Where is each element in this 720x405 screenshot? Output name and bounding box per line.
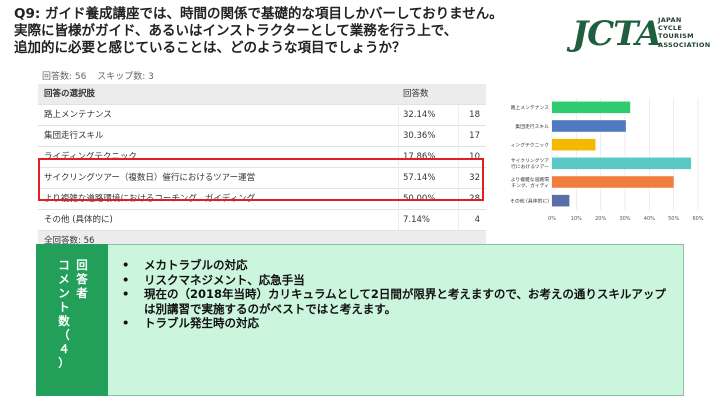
x-tick-label: 60% bbox=[692, 216, 703, 222]
table-row: 路上メンテナンス 32.14% 18 bbox=[38, 105, 486, 126]
bar bbox=[552, 194, 570, 207]
bar bbox=[552, 101, 631, 114]
bar bbox=[552, 120, 626, 132]
category-label: 行におけるツアー bbox=[511, 163, 549, 170]
row-label: その他 (具体的に) bbox=[44, 215, 113, 225]
x-tick-label: 20% bbox=[595, 216, 606, 222]
comment-item: メカトラブルの対応 bbox=[120, 258, 670, 273]
comment-item: リスクマネジメント、応急手当 bbox=[120, 273, 670, 288]
row-count: 4 bbox=[458, 210, 480, 231]
category-label: サイクリングツア bbox=[511, 157, 549, 164]
table-row: 集団走行スキル 30.36% 17 bbox=[38, 126, 486, 147]
x-tick-label: 40% bbox=[644, 216, 655, 222]
title-line-2: 実際に皆様がガイド、あるいはインストラクターとして業務を行う上で、 bbox=[14, 23, 458, 39]
category-label: より複雑な道路環 bbox=[511, 176, 549, 183]
logo-line-2: CYCLE bbox=[658, 24, 683, 33]
table-header: 回答の選択肢 回答数 bbox=[38, 84, 486, 105]
category-label: ィングテクニック bbox=[511, 141, 550, 148]
bar bbox=[552, 138, 596, 151]
question-title: Q9: ガイド養成講座では、時間の関係で基礎的な項目しかバーしておりません。 実… bbox=[14, 6, 574, 57]
bar bbox=[552, 176, 674, 188]
x-tick-label: 0% bbox=[548, 216, 556, 222]
header-choices: 回答の選択肢 bbox=[44, 89, 96, 99]
row-label: 集団走行スキル bbox=[44, 131, 104, 141]
comment-label: 回答者 コメント数（４） bbox=[36, 244, 108, 396]
header-responses: 回答数 bbox=[398, 84, 458, 105]
response-stats: 回答数: 56 スキップ数: 3 bbox=[42, 69, 162, 82]
category-label: 集団走行スキル bbox=[515, 123, 549, 130]
bar bbox=[552, 157, 692, 170]
table-row: その他 (具体的に) 7.14% 4 bbox=[38, 210, 486, 231]
comment-item: トラブル発生時の対応 bbox=[120, 316, 670, 331]
category-label: その他 (具体的に) bbox=[510, 197, 549, 204]
row-percent: 7.14% bbox=[398, 210, 458, 231]
response-count: 回答数: 56 bbox=[42, 72, 87, 82]
logo-line-3: TOURISM bbox=[658, 32, 694, 41]
title-line-1: Q9: ガイド養成講座では、時間の関係で基礎的な項目しかバーしておりません。 bbox=[14, 6, 503, 22]
comment-list: メカトラブルの対応 リスクマネジメント、応急手当 現在の（2018年当時）カリキ… bbox=[120, 258, 670, 331]
x-tick-label: 10% bbox=[571, 216, 582, 222]
row-label: 路上メンテナンス bbox=[44, 110, 112, 120]
x-tick-label: 30% bbox=[619, 216, 630, 222]
skip-count: スキップ数: 3 bbox=[97, 72, 154, 82]
logo-line-4: ASSOCIATION bbox=[658, 40, 711, 49]
header-count bbox=[458, 84, 480, 105]
category-label: 路上メンテナンス bbox=[511, 104, 549, 111]
row-percent: 30.36% bbox=[398, 126, 458, 147]
row-count: 17 bbox=[458, 126, 480, 147]
logo-line-1: JAPAN bbox=[658, 16, 682, 24]
row-count: 18 bbox=[458, 105, 480, 126]
highlight-box bbox=[38, 158, 484, 201]
category-label: チング、ガイディ bbox=[511, 182, 549, 189]
label-comment-count: コメント数（４） bbox=[58, 258, 70, 370]
logo-mark: JCTA bbox=[572, 14, 662, 54]
label-respondent: 回答者 bbox=[76, 258, 88, 300]
jcta-logo: JCTA JAPAN CYCLE TOURISM ASSOCIATION bbox=[572, 12, 712, 62]
title-line-3: 追加的に必要と感じていることは、どのような項目でしょうか？ bbox=[14, 40, 406, 56]
comment-item: 現在の（2018年当時）カリキュラムとして2日間が限界と考えますので、お考えの通… bbox=[120, 287, 670, 316]
logo-text: JAPAN CYCLE TOURISM ASSOCIATION bbox=[658, 16, 710, 49]
row-percent: 32.14% bbox=[398, 105, 458, 126]
bar-chart: 0% 10% 20% 30% 40% 50% 60% 路上メンテナンス集団走行スキルィングテク… bbox=[510, 98, 704, 222]
x-tick-label: 50% bbox=[668, 216, 679, 222]
